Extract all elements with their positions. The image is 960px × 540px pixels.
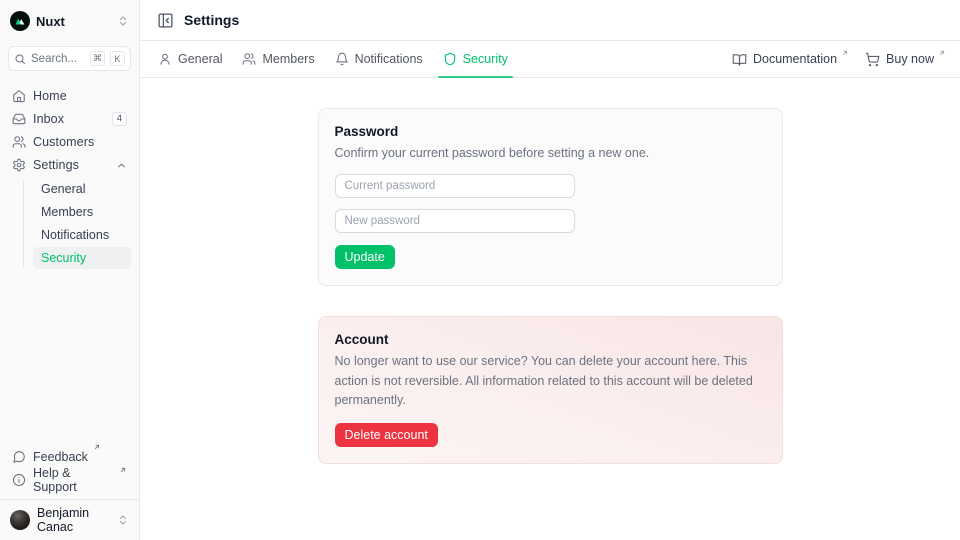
kbd-meta: ⌘ [90,51,105,66]
search-placeholder: Search... [31,53,85,65]
main-panel: Settings General Members Notifications [140,0,960,540]
update-password-button[interactable]: Update [335,245,395,269]
settings-submenu: General Members Notifications Security [23,178,131,269]
current-password-field[interactable] [335,174,575,198]
chevron-up-icon [116,160,127,171]
tab-general[interactable]: General [150,41,230,77]
sidebar-divider [0,499,139,500]
tab-label: Members [262,52,314,66]
new-password-field[interactable] [335,209,575,233]
sidebar: Nuxt Search... ⌘ K Home Inbox 4 Cust [0,0,140,540]
sidebar-toggle-button[interactable] [157,12,174,29]
tab-label: Security [463,52,508,66]
sidebar-item-notifications[interactable]: Notifications [33,224,131,246]
settings-security-content: Password Confirm your current password b… [140,78,960,540]
sidebar-item-label: Members [41,205,93,219]
avatar [10,510,30,530]
action-label: Buy now [886,52,934,66]
users-icon [12,135,26,149]
user-icon [158,52,172,66]
panel-left-close-icon [157,12,174,29]
external-link-icon [938,49,946,57]
shopping-cart-icon [865,52,880,67]
sidebar-item-customers[interactable]: Customers [8,131,131,153]
tab-bar: General Members Notifications Security [140,41,960,78]
home-icon [12,89,26,103]
book-open-icon [732,52,747,67]
team-switcher[interactable]: Nuxt [8,8,131,34]
sidebar-item-label: Help & Support [33,466,114,494]
external-link-icon [841,49,849,57]
page-title: Settings [184,12,239,28]
sidebar-item-label: Security [41,251,86,265]
sidebar-item-label: Feedback [33,450,88,464]
header-actions: Documentation Buy now [732,41,950,77]
page-header: Settings [140,0,960,41]
sidebar-item-settings[interactable]: Settings [8,154,131,176]
sidebar-item-label: Inbox [33,112,105,126]
tab-label: Notifications [355,52,423,66]
account-card-title: Account [335,332,766,347]
account-card: Account No longer want to use our servic… [318,316,783,463]
sidebar-footer-nav: Feedback Help & Support [8,446,131,491]
sidebar-item-label: Home [33,89,127,103]
shield-icon [443,52,457,66]
tabs: General Members Notifications Security [150,41,516,77]
sidebar-item-general[interactable]: General [33,178,131,200]
external-link-icon [93,443,101,451]
tab-security[interactable]: Security [435,41,516,77]
sidebar-nav: Home Inbox 4 Customers Settings General [8,85,131,269]
info-circle-icon [12,473,26,487]
gear-icon [12,158,26,172]
user-name: Benjamin Canac [37,506,110,534]
external-link-icon [119,466,127,474]
password-card-description: Confirm your current password before set… [335,144,766,163]
sidebar-item-members[interactable]: Members [33,201,131,223]
user-menu[interactable]: Benjamin Canac [8,508,131,532]
sidebar-item-home[interactable]: Home [8,85,131,107]
account-card-description: No longer want to use our service? You c… [335,352,766,410]
search-icon [14,53,26,65]
tab-members[interactable]: Members [234,41,322,77]
chevron-up-down-icon [117,514,129,526]
sidebar-spacer [8,269,131,446]
sidebar-item-inbox[interactable]: Inbox 4 [8,108,131,130]
users-icon [242,52,256,66]
sidebar-item-label: Settings [33,158,109,172]
chat-bubble-icon [12,450,26,464]
search-input[interactable]: Search... ⌘ K [8,46,131,71]
sidebar-item-label: Notifications [41,228,109,242]
inbox-icon [12,112,26,126]
kbd-k: K [110,51,125,66]
sidebar-item-label: General [41,182,85,196]
team-name: Nuxt [36,14,111,29]
action-label: Documentation [753,52,837,66]
app-root: Nuxt Search... ⌘ K Home Inbox 4 Cust [0,0,960,540]
sidebar-item-help-support[interactable]: Help & Support [8,469,131,491]
bell-icon [335,52,349,66]
sidebar-item-feedback[interactable]: Feedback [8,446,131,468]
inbox-count-badge: 4 [112,112,127,126]
password-card-title: Password [335,124,766,139]
password-card: Password Confirm your current password b… [318,108,783,286]
sidebar-item-security[interactable]: Security [33,247,131,269]
buy-now-button[interactable]: Buy now [865,52,946,67]
chevron-up-down-icon [117,15,129,27]
sidebar-item-label: Customers [33,135,127,149]
tab-label: General [178,52,222,66]
delete-account-button[interactable]: Delete account [335,423,438,447]
nuxt-logo-icon [10,11,30,31]
documentation-button[interactable]: Documentation [732,52,849,67]
tab-notifications[interactable]: Notifications [327,41,431,77]
